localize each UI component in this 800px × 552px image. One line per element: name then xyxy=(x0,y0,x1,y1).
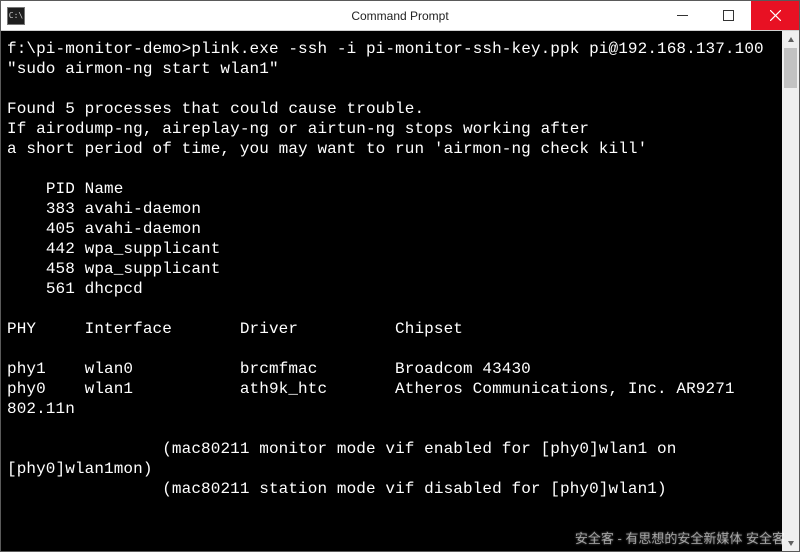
process-line: 458 wpa_supplicant xyxy=(7,260,220,278)
window-titlebar: C:\ Command Prompt xyxy=(1,1,799,31)
system-menu-icon[interactable]: C:\ xyxy=(7,7,25,25)
maximize-button[interactable] xyxy=(705,1,751,30)
iface-line: phy1 wlan0 brcmfmac Broadcom 43430 xyxy=(7,360,531,378)
process-header: PID Name xyxy=(7,180,123,198)
process-line: 383 avahi-daemon xyxy=(7,200,201,218)
process-line: 405 avahi-daemon xyxy=(7,220,201,238)
maximize-icon xyxy=(723,10,734,21)
window-controls xyxy=(659,1,799,30)
status-line: (mac80211 monitor mode vif enabled for [… xyxy=(7,440,686,478)
chevron-up-icon xyxy=(787,36,795,44)
output-line: a short period of time, you may want to … xyxy=(7,140,647,158)
vertical-scrollbar[interactable] xyxy=(782,31,799,551)
status-line: (mac80211 station mode vif disabled for … xyxy=(7,480,667,498)
minimize-button[interactable] xyxy=(659,1,705,30)
scrollbar-thumb[interactable] xyxy=(784,48,797,88)
minimize-icon xyxy=(677,10,688,21)
terminal-output[interactable]: f:\pi-monitor-demo>plink.exe -ssh -i pi-… xyxy=(1,31,799,551)
iface-line: phy0 wlan1 ath9k_htc Atheros Communicati… xyxy=(7,380,744,418)
output-line: If airodump-ng, aireplay-ng or airtun-ng… xyxy=(7,120,589,138)
scroll-up-button[interactable] xyxy=(782,31,799,48)
close-icon xyxy=(770,10,781,21)
process-line: 442 wpa_supplicant xyxy=(7,240,220,258)
chevron-down-icon xyxy=(787,539,795,547)
iface-header: PHY Interface Driver Chipset xyxy=(7,320,463,338)
system-menu-icon-label: C:\ xyxy=(9,11,23,20)
prompt-text: f:\pi-monitor-demo> xyxy=(7,40,191,58)
output-line: Found 5 processes that could cause troub… xyxy=(7,100,424,118)
scroll-down-button[interactable] xyxy=(782,534,799,551)
scrollbar-track[interactable] xyxy=(782,48,799,534)
close-button[interactable] xyxy=(751,1,799,30)
process-line: 561 dhcpcd xyxy=(7,280,143,298)
